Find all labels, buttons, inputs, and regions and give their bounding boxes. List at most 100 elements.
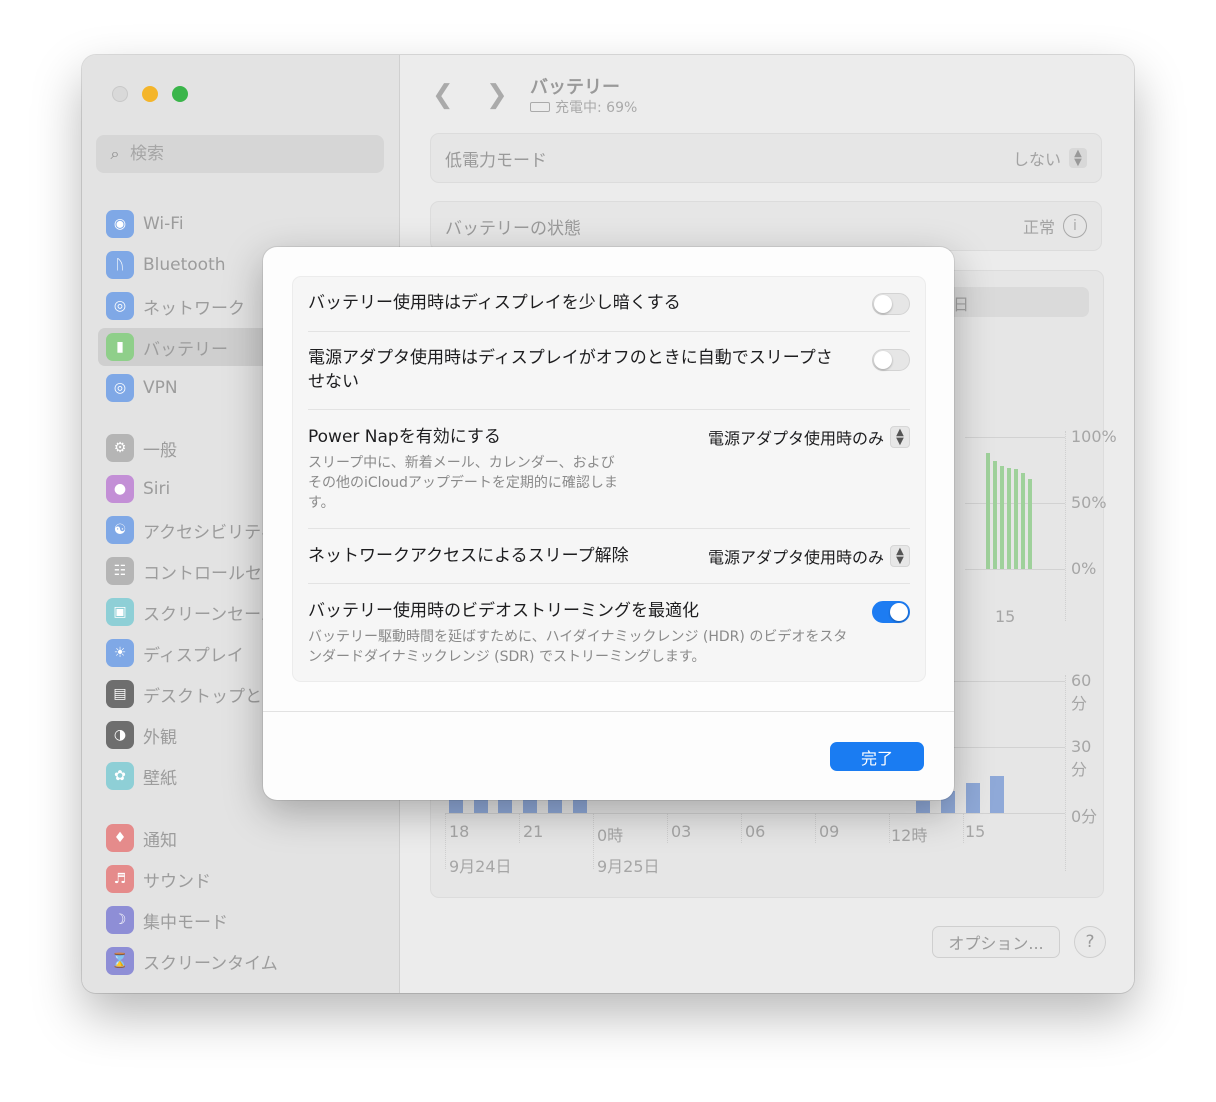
gear-icon: ⚙	[106, 434, 134, 462]
low-power-label: 低電力モード	[445, 150, 547, 171]
minimize-window-button[interactable]	[142, 86, 158, 102]
level-bar	[993, 461, 997, 569]
sidebar-item-label: サウンド	[143, 871, 211, 892]
divider	[308, 331, 910, 332]
close-window-button[interactable]	[112, 86, 128, 102]
usage-bar	[523, 799, 537, 813]
level-bar	[1021, 473, 1025, 569]
power-nap-row: Power Napを有効にする スリープ中に、新着メール、カレンダー、およびその…	[308, 425, 910, 515]
chevron-updown-icon: ▲ ▼	[890, 426, 910, 448]
zoom-window-button[interactable]	[172, 86, 188, 102]
usage-x-gridline	[593, 813, 594, 869]
usage-bar	[449, 799, 463, 813]
sidebar-item-label: バッテリー	[143, 339, 228, 360]
level-axis-line	[1065, 431, 1066, 621]
usage-bar	[498, 799, 512, 813]
vpn-globe-icon: ◎	[106, 374, 134, 402]
siri-icon: ●	[106, 475, 134, 503]
search-icon: ⌕	[110, 144, 120, 163]
sidebar-item-screen-time[interactable]: ⌛ スクリーンタイム	[98, 942, 378, 980]
sidebar-item-label: ネットワーク	[143, 298, 245, 319]
done-button[interactable]: 完了	[830, 742, 924, 771]
power-nap-description: スリープ中に、新着メール、カレンダー、およびその他のiCloudアップデートを定…	[308, 455, 618, 511]
usage-bar	[966, 783, 980, 813]
level-bar	[1028, 479, 1032, 569]
bell-icon: ♦	[106, 824, 134, 852]
sidebar-item-wifi[interactable]: ◉ Wi-Fi	[98, 205, 378, 243]
battery-health-status: 正常 i	[1023, 214, 1087, 238]
sidebar-item-label: 外観	[143, 727, 177, 748]
usage-bar	[990, 776, 1004, 813]
level-gridline	[965, 569, 1065, 570]
usage-date-label: 9月24日	[449, 857, 512, 876]
screensaver-icon: ▣	[106, 598, 134, 626]
divider	[308, 583, 910, 584]
prevent-sleep-row: 電源アダプタ使用時はディスプレイがオフのときに自動でスリープさせない	[308, 346, 910, 398]
sidebar-item-label: VPN	[143, 378, 178, 398]
help-button[interactable]: ?	[1074, 926, 1106, 958]
usage-x-gridline	[445, 813, 446, 869]
battery-options-sheet: バッテリー使用時はディスプレイを少し暗くする 電源アダプタ使用時はディスプレイが…	[263, 247, 954, 800]
moon-icon: ☽	[106, 906, 134, 934]
video-streaming-toggle[interactable]	[872, 601, 910, 623]
sidebar-item-notifications[interactable]: ♦ 通知	[98, 819, 378, 857]
usage-bar	[573, 799, 587, 813]
speaker-icon: ♬	[106, 865, 134, 893]
sidebar-item-label: 壁紙	[143, 768, 177, 789]
bluetooth-icon: ᚢ	[106, 251, 134, 279]
usage-x-gridline	[519, 813, 520, 843]
power-nap-popup[interactable]: 電源アダプタ使用時のみ ▲ ▼	[708, 425, 910, 449]
chevron-updown-icon: ▲ ▼	[1069, 148, 1087, 168]
prevent-sleep-label: 電源アダプタ使用時はディスプレイがオフのときに自動でスリープさせない	[308, 348, 833, 392]
usage-x-gridline	[963, 813, 964, 843]
dim-display-label: バッテリー使用時はディスプレイを少し暗くする	[308, 293, 681, 313]
wifi-icon: ◉	[106, 210, 134, 238]
battery-health-label: バッテリーの状態	[445, 218, 581, 239]
prevent-sleep-toggle[interactable]	[872, 349, 910, 371]
sidebar-item-label: 集中モード	[143, 912, 228, 933]
usage-x-label: 15	[965, 822, 986, 841]
level-bar	[1007, 468, 1011, 569]
search-input[interactable]	[128, 143, 372, 165]
info-icon[interactable]: i	[1063, 214, 1087, 238]
segment-day-label: 日	[952, 295, 969, 314]
usage-x-label: 18	[449, 822, 470, 841]
options-button[interactable]: オプション...	[932, 926, 1060, 958]
usage-x-gridline	[815, 813, 816, 843]
chevron-updown-icon: ▲ ▼	[890, 545, 910, 567]
sun-icon: ☀	[106, 639, 134, 667]
globe-icon: ◎	[106, 292, 134, 320]
level-bar	[1000, 466, 1004, 569]
wake-network-popup[interactable]: 電源アダプタ使用時のみ ▲ ▼	[708, 544, 910, 568]
search-field[interactable]: ⌕	[96, 135, 384, 173]
usage-tick-60: 60分	[1071, 671, 1092, 713]
divider	[308, 409, 910, 410]
sidebar-item-label: Siri	[143, 479, 171, 499]
low-power-popup[interactable]: しない ▲ ▼	[1013, 146, 1087, 170]
usage-x-label: 0時	[597, 826, 624, 845]
sidebar-item-label: Wi-Fi	[143, 214, 184, 234]
usage-x-label: 21	[523, 822, 544, 841]
sidebar-item-label: 通知	[143, 830, 177, 851]
battery-charging-icon	[530, 102, 550, 112]
sidebar-item-label: スクリーンタイム	[143, 953, 278, 974]
usage-axis-line	[1065, 675, 1066, 871]
usage-bar	[916, 801, 930, 813]
forward-button[interactable]: ❯	[486, 80, 508, 110]
low-power-row: 低電力モード しない ▲ ▼	[430, 133, 1102, 183]
level-gridline	[965, 437, 1065, 438]
sidebar-item-focus[interactable]: ☽ 集中モード	[98, 901, 378, 939]
usage-bar	[474, 799, 488, 813]
flower-icon: ✿	[106, 762, 134, 790]
page-subtitle: 充電中: 69%	[530, 97, 637, 117]
usage-x-label: 03	[671, 822, 692, 841]
accessibility-icon: ☯	[106, 516, 134, 544]
sidebar-item-sound[interactable]: ♬ サウンド	[98, 860, 378, 898]
back-button[interactable]: ❮	[432, 80, 454, 110]
sheet-divider	[263, 711, 954, 712]
level-bar	[986, 453, 990, 569]
low-power-value: しない	[1012, 150, 1061, 169]
level-bar	[1014, 469, 1018, 569]
sidebar-item-label: アクセシビリティ	[143, 522, 278, 543]
dim-display-toggle[interactable]	[872, 293, 910, 315]
